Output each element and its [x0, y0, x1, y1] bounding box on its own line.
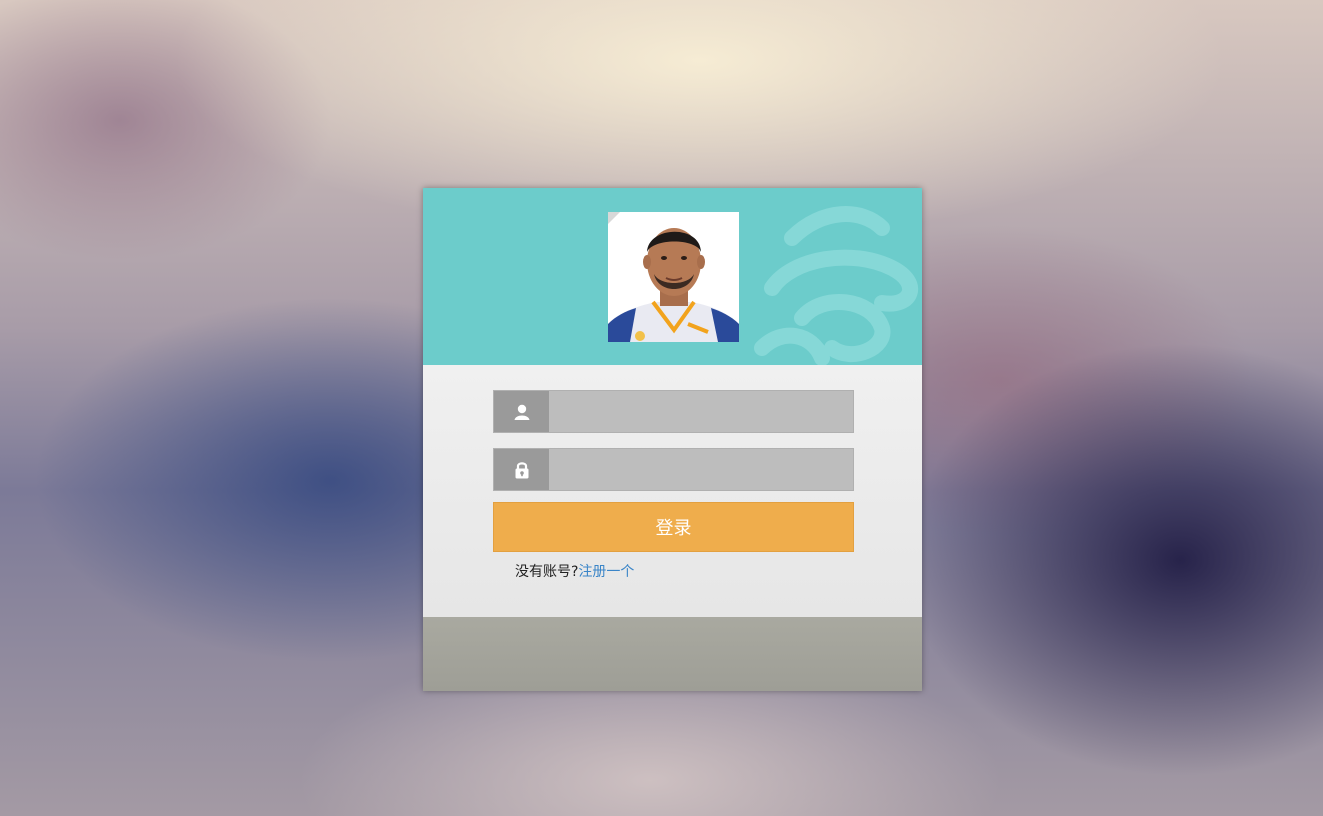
- username-input[interactable]: [549, 391, 853, 432]
- lock-icon: [494, 449, 549, 490]
- register-prompt: 没有账号?注册一个: [515, 563, 634, 581]
- avatar: [608, 212, 739, 342]
- password-field: [493, 448, 854, 491]
- no-account-text: 没有账号?: [515, 564, 579, 580]
- register-link[interactable]: 注册一个: [578, 564, 634, 580]
- card-footer: [423, 617, 922, 691]
- login-card: 登录 没有账号?注册一个: [423, 188, 922, 691]
- user-icon: [494, 391, 549, 432]
- password-input[interactable]: [549, 449, 853, 490]
- watermark-logo: [754, 206, 919, 365]
- avatar-image: [608, 212, 739, 342]
- username-field: [493, 390, 854, 433]
- login-button[interactable]: 登录: [493, 502, 854, 552]
- card-header: [423, 188, 922, 365]
- login-form: 登录 没有账号?注册一个: [423, 365, 922, 617]
